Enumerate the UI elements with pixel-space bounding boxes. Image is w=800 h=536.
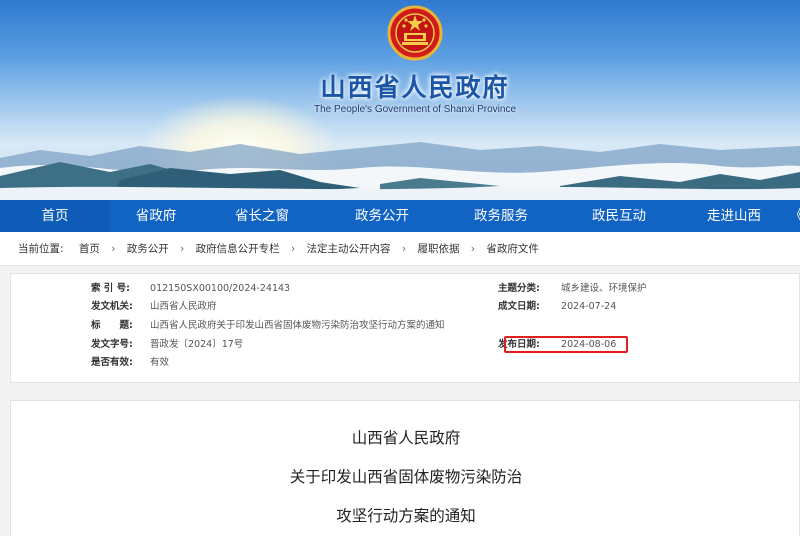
breadcrumb-home[interactable]: 首页 [79,232,100,266]
document-heading-line-3: 攻坚行动方案的通知 [336,507,476,525]
nav-governor-window[interactable]: 省长之窗 [202,200,322,232]
breadcrumb: 当前位置: 首页 › 政务公开 › 政府信息公开专栏 › 法定主动公开内容 › … [0,232,800,266]
title-label: 标 题: [91,320,133,331]
title-row: 标 题: 山西省人民政府关于印发山西省固体废物污染防治攻坚行动方案的通知 [91,320,445,332]
document-content: 山西省人民政府 关于印发山西省固体废物污染防治 攻坚行动方案的通知 [10,400,800,536]
index-number-label: 索 引 号: [91,283,130,294]
breadcrumb-separator-icon: › [401,243,407,255]
breadcrumb-separator-icon: › [111,243,116,255]
document-heading-line-1: 山西省人民政府 [351,429,461,447]
breadcrumb-separator-icon: › [291,243,296,255]
issuer-row: 发文机关: 山西省人民政府 [91,301,217,313]
site-subtitle: The People's Government of Shanxi Provin… [313,104,517,115]
issuer-label: 发文机关: [91,301,133,312]
publish-date-highlight-box [504,336,628,353]
document-number-row: 发文字号: 晋政发〔2024〕17号 [91,339,243,351]
national-emblem-icon [387,5,443,61]
header-banner: 山西省人民政府 The People's Government of Shanx… [0,0,800,200]
nav-home[interactable]: 首页 [0,200,110,232]
breadcrumb-provincial-documents[interactable]: 省政府文件 [486,232,539,266]
nav-provincial-government[interactable]: 省政府 [110,200,202,232]
breadcrumb-label: 当前位置: [18,243,64,255]
nav-government-services[interactable]: 政务服务 [442,200,560,232]
topic-value: 城乡建设、环境保护 [561,283,647,294]
index-number-row: 索 引 号: 012150SX00100/2024-24143 [91,283,290,295]
validity-row: 是否有效: 有效 [91,357,169,369]
date-made-label: 成文日期: [498,301,540,312]
site-title: 山西省人民政府 [320,73,510,102]
mountain-landscape [0,142,800,200]
document-number-label: 发文字号: [91,339,133,350]
breadcrumb-separator-icon: › [180,243,185,255]
nav-government-affairs[interactable]: 政务公开 [322,200,442,232]
document-heading-line-2: 关于印发山西省固体废物污染防治 [289,468,523,486]
document-info-panel: 索 引 号: 012150SX00100/2024-24143 主题分类: 城乡… [10,273,800,383]
nav-more-icon[interactable]: 《 [790,200,800,232]
validity-label: 是否有效: [91,357,133,368]
breadcrumb-government-affairs[interactable]: 政务公开 [127,232,169,266]
topic-row: 主题分类: 城乡建设、环境保护 [498,283,647,295]
validity-value: 有效 [150,357,170,368]
nav-about-shanxi[interactable]: 走进山西 [678,200,790,232]
breadcrumb-separator-icon: › [470,243,475,255]
issuer-value: 山西省人民政府 [150,301,217,312]
document-number-value: 晋政发〔2024〕17号 [150,339,244,350]
breadcrumb-duty-basis[interactable]: 履职依据 [417,232,459,266]
topic-label: 主题分类: [498,283,540,294]
breadcrumb-statutory-disclosure[interactable]: 法定主动公开内容 [307,232,391,266]
date-made-value: 2024-07-24 [561,301,617,312]
breadcrumb-disclosure-column[interactable]: 政府信息公开专栏 [196,232,280,266]
page: 山西省人民政府 The People's Government of Shanx… [0,0,800,536]
index-number-value: 012150SX00100/2024-24143 [150,283,291,294]
title-value: 山西省人民政府关于印发山西省固体废物污染防治攻坚行动方案的通知 [150,320,445,331]
main-nav: 首页 省政府 省长之窗 政务公开 政务服务 政民互动 走进山西 [0,200,800,232]
nav-public-interaction[interactable]: 政民互动 [560,200,678,232]
date-made-row: 成文日期: 2024-07-24 [498,301,616,313]
